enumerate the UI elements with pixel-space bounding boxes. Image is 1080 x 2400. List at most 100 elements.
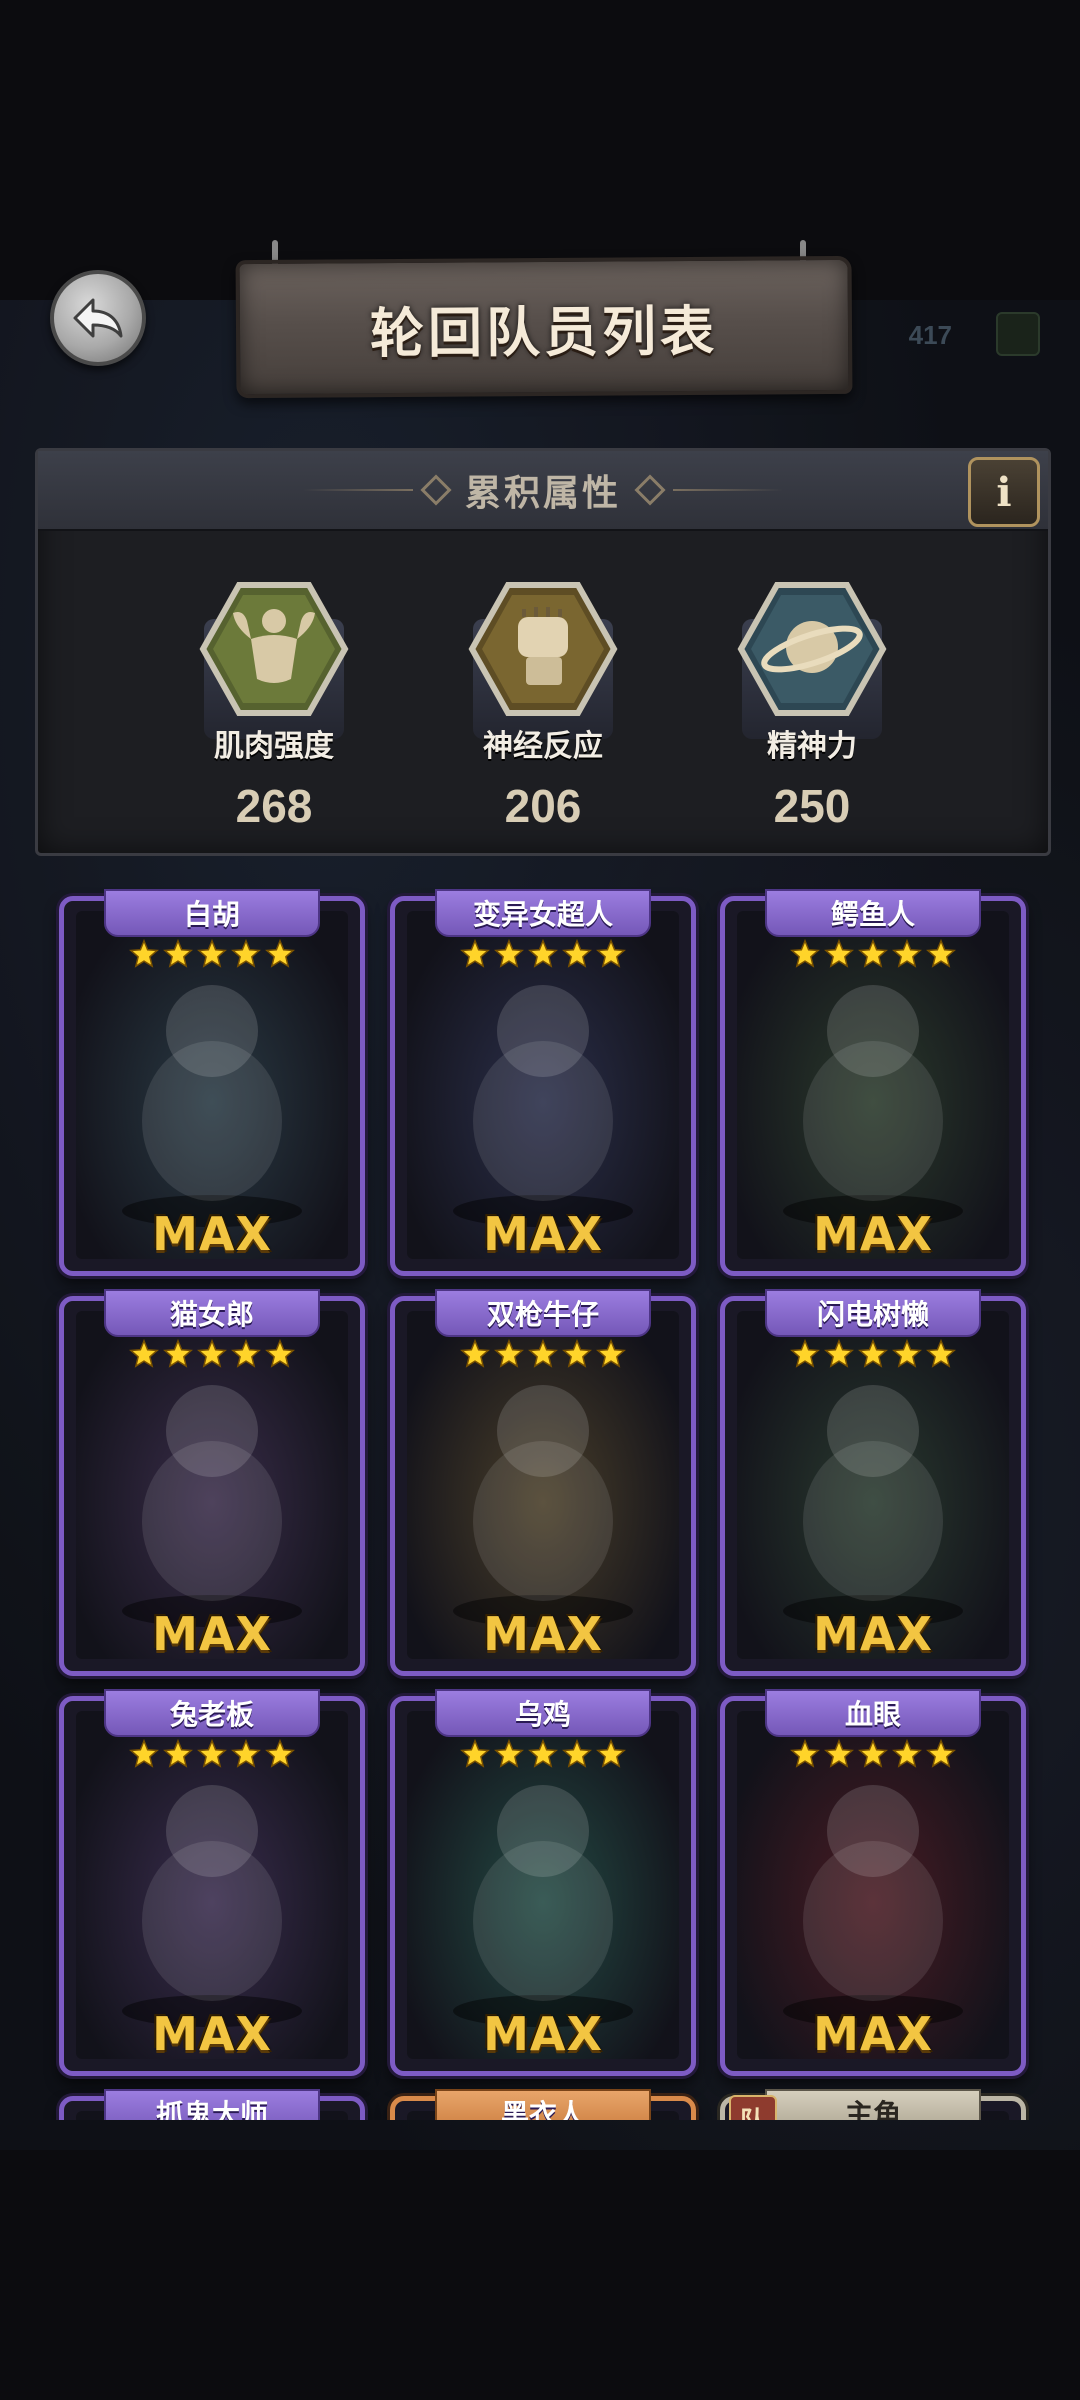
star-rating: [64, 1338, 360, 1373]
max-level-label: MAX: [152, 1607, 272, 1661]
star-icon: [197, 1738, 227, 1773]
star-rating: [725, 1738, 1021, 1773]
member-card[interactable]: 兔老板 MAX: [59, 1689, 365, 2076]
game-screen: 417 轮回队员列表 累积属性 i 肌肉强度 268 神经反应 206 精神力 …: [0, 0, 1080, 2400]
star-rating: [725, 938, 1021, 973]
star-icon: [265, 1338, 295, 1373]
member-name: 主角: [765, 2089, 981, 2120]
stat-spirit: 精神力 250: [722, 579, 902, 839]
star-rating: [64, 938, 360, 973]
title-board: 轮回队员列表: [235, 255, 853, 399]
star-icon: [858, 1338, 888, 1373]
attribute-panel-header: 累积属性 i: [38, 451, 1048, 531]
member-card[interactable]: 乌鸡 MAX: [390, 1689, 696, 2076]
star-icon: [824, 1338, 854, 1373]
member-card[interactable]: 血眼 MAX: [720, 1689, 1026, 2076]
faded-plus-icon: [996, 312, 1040, 356]
star-icon: [790, 1738, 820, 1773]
max-level-label: MAX: [483, 1207, 603, 1261]
star-icon: [265, 1738, 295, 1773]
team-badge: 队: [729, 2095, 777, 2120]
star-icon: [926, 1338, 956, 1373]
member-card[interactable]: 白胡 MAX: [59, 889, 365, 1276]
member-card[interactable]: 闪电树懒 MAX: [720, 1289, 1026, 1676]
member-name: 鳄鱼人: [765, 889, 981, 937]
star-icon: [596, 938, 626, 973]
star-icon: [163, 1338, 193, 1373]
member-card[interactable]: 黑衣人: [390, 2089, 696, 2120]
star-icon: [824, 938, 854, 973]
star-icon: [824, 1738, 854, 1773]
member-name: 乌鸡: [435, 1689, 651, 1737]
star-icon: [460, 1738, 490, 1773]
star-icon: [926, 938, 956, 973]
info-button[interactable]: i: [968, 457, 1040, 527]
stat-value: 250: [773, 780, 851, 832]
star-rating: [725, 1338, 1021, 1373]
stat-value: 206: [504, 780, 582, 832]
member-name: 抓鬼大师: [104, 2089, 320, 2120]
star-icon: [528, 938, 558, 973]
page-title: 轮回队员列表: [369, 299, 719, 365]
star-icon: [892, 1738, 922, 1773]
member-card[interactable]: 变异女超人 MAX: [390, 889, 696, 1276]
back-button[interactable]: [50, 270, 146, 366]
member-card[interactable]: 队主角: [720, 2089, 1026, 2120]
star-icon: [892, 938, 922, 973]
star-icon: [197, 1338, 227, 1373]
star-rating: [395, 1338, 691, 1373]
star-icon: [858, 1738, 888, 1773]
fist-icon: [468, 579, 618, 719]
member-name: 变异女超人: [435, 889, 651, 937]
muscle-icon: [199, 579, 349, 719]
star-icon: [163, 938, 193, 973]
header-divider-left: [302, 489, 413, 491]
star-icon: [494, 1338, 524, 1373]
member-card[interactable]: 双枪牛仔 MAX: [390, 1289, 696, 1676]
star-rating: [395, 938, 691, 973]
star-icon: [892, 1338, 922, 1373]
member-name: 闪电树懒: [765, 1289, 981, 1337]
max-level-label: MAX: [152, 2007, 272, 2061]
star-icon: [790, 938, 820, 973]
star-icon: [231, 1738, 261, 1773]
member-grid: 白胡 MAX 变异女超人 MAX 鳄鱼人 MAX 猫女郎 MAX 双枪牛仔 MAX 闪电树懒 MAX 兔…: [0, 880, 1080, 2120]
attribute-panel: 累积属性 i 肌肉强度 268 神经反应 206 精神力 250: [35, 448, 1051, 856]
star-icon: [460, 1338, 490, 1373]
stat-muscle: 肌肉强度 268: [184, 579, 364, 839]
member-name: 双枪牛仔: [435, 1289, 651, 1337]
member-name: 猫女郎: [104, 1289, 320, 1337]
star-icon: [562, 1738, 592, 1773]
star-icon: [562, 1338, 592, 1373]
stat-label: 精神力: [767, 729, 857, 764]
star-icon: [494, 938, 524, 973]
star-icon: [231, 938, 261, 973]
star-icon: [528, 1338, 558, 1373]
star-icon: [231, 1338, 261, 1373]
max-level-label: MAX: [813, 2007, 933, 2061]
diamond-ornament-icon: [420, 474, 452, 506]
star-icon: [129, 1338, 159, 1373]
max-level-label: MAX: [152, 1207, 272, 1261]
star-icon: [926, 1738, 956, 1773]
member-card[interactable]: 抓鬼大师: [59, 2089, 365, 2120]
star-rating: [64, 1738, 360, 1773]
stat-label: 神经反应: [483, 729, 603, 764]
max-level-label: MAX: [483, 1607, 603, 1661]
star-icon: [858, 938, 888, 973]
star-icon: [494, 1738, 524, 1773]
max-level-label: MAX: [813, 1607, 933, 1661]
star-icon: [596, 1738, 626, 1773]
member-name: 白胡: [104, 889, 320, 937]
stat-reflex: 神经反应 206: [453, 579, 633, 839]
attribute-panel-title: 累积属性: [464, 473, 621, 514]
star-rating: [395, 1738, 691, 1773]
max-level-label: MAX: [483, 2007, 603, 2061]
member-card[interactable]: 猫女郎 MAX: [59, 1289, 365, 1676]
member-name: 黑衣人: [435, 2089, 651, 2120]
member-card[interactable]: 鳄鱼人 MAX: [720, 889, 1026, 1276]
back-arrow-icon: [73, 298, 123, 338]
star-icon: [163, 1738, 193, 1773]
max-level-label: MAX: [813, 1207, 933, 1261]
star-icon: [197, 938, 227, 973]
